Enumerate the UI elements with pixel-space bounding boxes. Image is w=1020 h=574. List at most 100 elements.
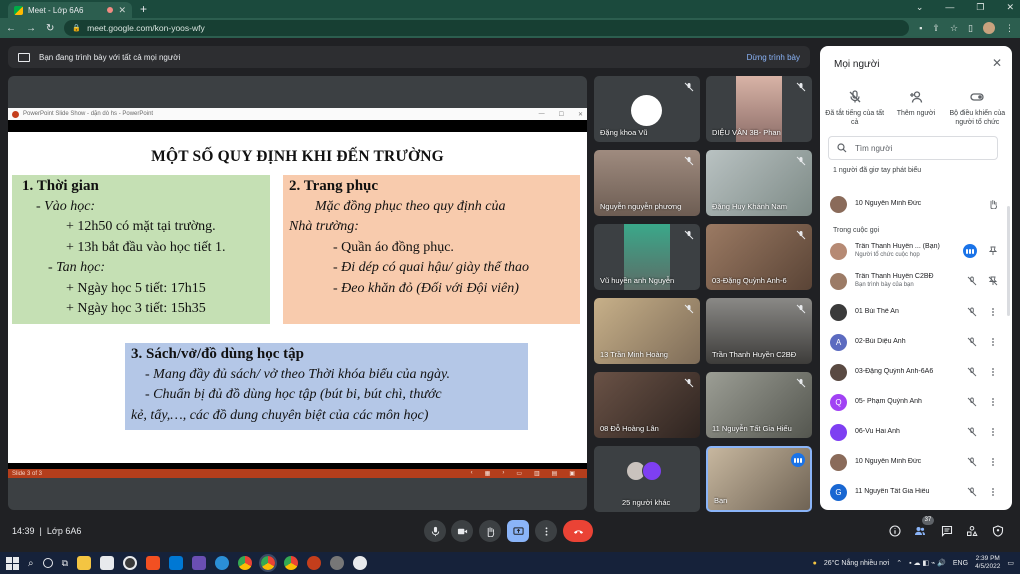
mic-off-icon[interactable] bbox=[967, 276, 977, 286]
clock[interactable]: 2:39 PM 4/5/2022 bbox=[975, 555, 1000, 571]
tray-expand-icon[interactable]: ⌃ bbox=[896, 559, 902, 567]
chat-button[interactable] bbox=[940, 524, 954, 538]
menu-dots-icon[interactable]: ⋮ bbox=[1005, 23, 1014, 34]
more-options-icon[interactable] bbox=[988, 337, 998, 347]
mic-off-icon[interactable] bbox=[967, 397, 977, 407]
chrome-active-icon[interactable] bbox=[259, 554, 278, 572]
minimize-button[interactable]: — bbox=[945, 2, 954, 13]
participant-row[interactable]: Trần Thanh Huyền C2BĐ Bạn trình bày của b… bbox=[830, 271, 998, 291]
task-view-icon[interactable]: ⧉ bbox=[62, 558, 68, 569]
stop-presenting-button[interactable]: Dừng trình bày bbox=[747, 53, 800, 62]
slideshow-view-icon[interactable]: ▣ bbox=[569, 470, 575, 477]
url-bar[interactable]: 🔒 meet.google.com/kon-yoos-wfy bbox=[64, 20, 910, 36]
browser-tab-meet[interactable]: Meet - Lớp 6A6 ✕ bbox=[8, 2, 132, 18]
reading-view-icon[interactable]: ▤ bbox=[552, 470, 558, 477]
participant-row[interactable]: G 11 Nguyễn Tất Gia Hiếu bbox=[830, 482, 998, 502]
calendar-app-icon[interactable] bbox=[100, 556, 115, 570]
chrome-profile-icon[interactable] bbox=[284, 556, 299, 570]
participant-tile[interactable]: Trần Thanh Huyền C2BĐ bbox=[706, 298, 812, 364]
present-button[interactable] bbox=[507, 520, 529, 542]
bookmark-star-icon[interactable]: ☆ bbox=[950, 23, 958, 34]
others-tile[interactable]: 25 người khác bbox=[594, 446, 700, 512]
participant-tile[interactable]: Đặng khoa Vũ bbox=[594, 76, 700, 142]
more-options-icon[interactable] bbox=[988, 487, 998, 497]
mute-all-button[interactable]: Đã tắt tiếng của tất cả bbox=[825, 90, 885, 127]
participant-tile[interactable]: Nguyễn nguyễn phương bbox=[594, 150, 700, 216]
participant-row[interactable]: 03-Đặng Quỳnh Anh-6A6 bbox=[830, 362, 998, 382]
powerpoint-taskbar-icon[interactable] bbox=[307, 556, 322, 570]
sorter-view-icon[interactable]: ▥ bbox=[534, 470, 540, 477]
meeting-details-button[interactable] bbox=[888, 524, 902, 538]
more-options-icon[interactable] bbox=[988, 307, 998, 317]
participant-tile[interactable]: Vũ huyền anh Nguyễn bbox=[594, 224, 700, 290]
slides-view-icon[interactable]: ▦ bbox=[485, 470, 491, 477]
app-icon[interactable] bbox=[330, 556, 345, 570]
mail-icon[interactable] bbox=[169, 556, 184, 570]
host-controls-shield-button[interactable] bbox=[991, 524, 1005, 538]
search-people-field[interactable]: Tìm người bbox=[828, 136, 998, 160]
host-controls-button[interactable]: Bộ điều khiển của người tổ chức bbox=[947, 90, 1007, 127]
close-window-button[interactable]: ✕ bbox=[1006, 2, 1014, 13]
participant-tile[interactable]: Đặng Huy Khánh Nam bbox=[706, 150, 812, 216]
mic-off-icon[interactable] bbox=[967, 487, 977, 497]
mic-off-icon[interactable] bbox=[967, 307, 977, 317]
settings-app-icon[interactable] bbox=[353, 556, 368, 570]
more-options-icon[interactable] bbox=[988, 427, 998, 437]
file-explorer-icon[interactable] bbox=[77, 556, 92, 570]
camera-indicator-icon[interactable]: ▪ bbox=[919, 23, 922, 33]
edge-icon[interactable] bbox=[215, 556, 230, 570]
panel-scrollbar[interactable] bbox=[1007, 206, 1010, 316]
participant-tile[interactable]: 03-Đặng Quỳnh Anh-6 bbox=[706, 224, 812, 290]
participant-row[interactable]: 10 Nguyễn Minh Đức bbox=[830, 452, 998, 472]
next-slide-icon[interactable]: › bbox=[502, 470, 504, 477]
normal-view-icon[interactable]: ▭ bbox=[516, 470, 522, 477]
participant-row[interactable]: Trần Thanh Huyền ... (Bạn) Người tổ chức … bbox=[830, 241, 998, 261]
raised-hand-row[interactable]: 10 Nguyễn Minh Đức bbox=[830, 194, 998, 214]
camera-button[interactable] bbox=[451, 520, 473, 542]
weather-text[interactable]: 26°C Nắng nhiều nơi bbox=[824, 560, 889, 567]
tab-search-button[interactable]: ⌄ bbox=[916, 2, 924, 13]
raise-hand-button[interactable] bbox=[479, 520, 501, 542]
mic-button[interactable] bbox=[424, 520, 446, 542]
participant-tile[interactable]: DIỆU VÂN 3B- Phan bbox=[706, 76, 812, 142]
mic-off-icon[interactable] bbox=[967, 337, 977, 347]
search-icon[interactable]: ⌕ bbox=[28, 558, 34, 569]
back-icon[interactable]: ← bbox=[6, 23, 16, 34]
profile-avatar[interactable] bbox=[983, 22, 995, 34]
participant-row[interactable]: 06-Vu Hai Anh bbox=[830, 422, 998, 442]
maximize-button[interactable]: ❐ bbox=[976, 2, 984, 13]
participant-row[interactable]: Q 05- Phạm Quỳnh Anh bbox=[830, 392, 998, 412]
self-tile[interactable]: Bạn bbox=[706, 446, 812, 512]
store-icon[interactable] bbox=[146, 556, 161, 570]
share-icon[interactable]: ⇪ bbox=[932, 23, 940, 34]
forward-icon[interactable]: → bbox=[26, 23, 36, 34]
prev-slide-icon[interactable]: ‹ bbox=[471, 470, 473, 477]
video-app-icon[interactable] bbox=[192, 556, 207, 570]
reload-icon[interactable]: ↻ bbox=[46, 23, 54, 34]
mic-off-icon[interactable] bbox=[967, 427, 977, 437]
more-options-icon[interactable] bbox=[988, 367, 998, 377]
pin-icon[interactable] bbox=[988, 246, 998, 256]
leave-call-button[interactable] bbox=[563, 520, 593, 542]
pin-off-icon[interactable] bbox=[988, 276, 998, 286]
add-people-button[interactable]: Thêm người bbox=[886, 90, 946, 127]
participant-tile[interactable]: 08 Đỗ Hoàng Lân bbox=[594, 372, 700, 438]
notifications-icon[interactable]: ▭ bbox=[1007, 559, 1014, 567]
chrome-icon[interactable] bbox=[238, 556, 253, 570]
close-panel-icon[interactable]: ✕ bbox=[992, 56, 1002, 70]
media-app-icon[interactable] bbox=[123, 556, 138, 570]
people-button[interactable] bbox=[913, 524, 927, 538]
mic-off-icon[interactable] bbox=[967, 367, 977, 377]
activities-button[interactable] bbox=[965, 524, 979, 538]
participant-row[interactable]: A 02-Bùi Diệu Anh bbox=[830, 332, 998, 352]
tab-close-icon[interactable]: ✕ bbox=[118, 5, 126, 16]
participant-row[interactable]: 01 Bùi Thế An bbox=[830, 302, 998, 322]
more-options-icon[interactable] bbox=[988, 457, 998, 467]
windows-start-icon[interactable] bbox=[6, 556, 19, 570]
language-indicator[interactable]: ENG bbox=[953, 560, 968, 567]
new-tab-button[interactable]: + bbox=[140, 2, 147, 16]
cortana-icon[interactable] bbox=[42, 558, 53, 568]
raised-hand-icon[interactable] bbox=[988, 199, 998, 209]
participant-tile[interactable]: 11 Nguyễn Tất Gia Hiếu bbox=[706, 372, 812, 438]
mic-off-icon[interactable] bbox=[967, 457, 977, 467]
